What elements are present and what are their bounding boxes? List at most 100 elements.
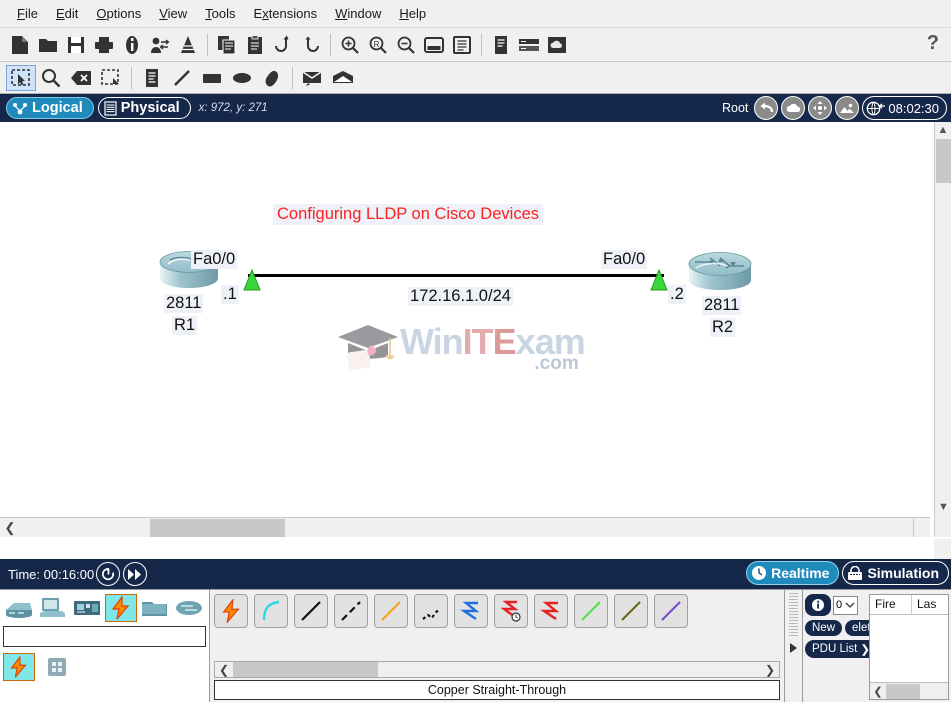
logical-canvas[interactable]: Configuring LLDP on Cisco Devices 172.16… bbox=[0, 122, 930, 537]
canvas-vertical-scrollbar[interactable]: ▲ ▼ bbox=[934, 122, 951, 537]
iot-custom-cable-icon[interactable] bbox=[654, 594, 688, 628]
all-devices-grid-icon[interactable] bbox=[41, 653, 73, 681]
pdu-column-fire[interactable]: Fire bbox=[870, 595, 912, 614]
custom-devices-dialog-icon[interactable] bbox=[448, 31, 476, 59]
draw-freeform-tool-icon[interactable] bbox=[257, 65, 287, 91]
serial-dce-icon[interactable] bbox=[494, 594, 528, 628]
set-background-image-button[interactable] bbox=[835, 96, 860, 120]
connection-panel-scrollbar[interactable]: ❮ ❯ bbox=[214, 661, 780, 678]
select-tool-icon[interactable] bbox=[6, 64, 36, 91]
new-scenario-button[interactable]: New bbox=[805, 620, 843, 636]
menu-item-options[interactable]: Options bbox=[87, 3, 150, 24]
coaxial-cable-icon[interactable] bbox=[454, 594, 488, 628]
device-search-field[interactable] bbox=[4, 627, 205, 646]
menu-item-window[interactable]: Window bbox=[326, 3, 390, 24]
simulation-clock[interactable]: 08:02:30 bbox=[862, 96, 947, 120]
zoom-in-icon[interactable] bbox=[336, 31, 364, 59]
back-navigation-button[interactable] bbox=[754, 96, 779, 120]
fast-forward-time-button[interactable] bbox=[123, 562, 148, 586]
resize-shape-tool-icon[interactable] bbox=[96, 65, 126, 91]
tab-physical[interactable]: Physical bbox=[97, 97, 191, 119]
expand-right-icon[interactable] bbox=[789, 642, 799, 654]
console-cable-icon[interactable] bbox=[254, 594, 288, 628]
menu-item-edit[interactable]: Edit bbox=[47, 3, 87, 24]
tab-logical[interactable]: Logical bbox=[6, 97, 94, 119]
hscroll-thumb[interactable] bbox=[150, 518, 285, 537]
activity-wizard-icon[interactable] bbox=[118, 31, 146, 59]
end-devices-icon[interactable] bbox=[37, 594, 69, 622]
pdu-scroll-left-icon[interactable]: ❮ bbox=[870, 685, 886, 698]
menu-item-file[interactable]: FFileile bbox=[8, 3, 47, 24]
scenario-select[interactable]: 0 bbox=[833, 595, 859, 615]
pdu-list-table[interactable]: Fire Las ❮ bbox=[869, 594, 949, 700]
scroll-down-icon[interactable]: ▼ bbox=[935, 499, 951, 515]
canvas-horizontal-scrollbar[interactable]: ❮ bbox=[0, 517, 930, 537]
move-object-button[interactable] bbox=[808, 96, 833, 120]
zoom-reset-icon[interactable]: R bbox=[364, 31, 392, 59]
delete-tool-icon[interactable] bbox=[66, 65, 96, 91]
scroll-left-icon[interactable]: ❮ bbox=[0, 520, 20, 536]
pdu-panel-expander[interactable] bbox=[785, 590, 803, 702]
connections-subcategory-icon[interactable] bbox=[3, 653, 35, 681]
menu-item-help[interactable]: Help bbox=[390, 3, 435, 24]
scroll-up-icon[interactable]: ▲ bbox=[935, 122, 951, 138]
toggle-pdu-list-button[interactable]: PDU List ❯ bbox=[805, 640, 878, 658]
device-r2[interactable]: 2811 R2 bbox=[686, 250, 754, 337]
network-info-icon[interactable] bbox=[146, 31, 174, 59]
new-file-icon[interactable] bbox=[6, 31, 34, 59]
menu-item-extensions[interactable]: Extensions bbox=[245, 3, 327, 24]
connections-icon[interactable] bbox=[105, 594, 137, 622]
save-icon[interactable] bbox=[62, 31, 90, 59]
power-cycle-devices-button[interactable] bbox=[96, 562, 121, 586]
set-tiled-background-button[interactable] bbox=[781, 96, 806, 120]
zoom-out-icon[interactable] bbox=[392, 31, 420, 59]
serial-dte-icon[interactable] bbox=[534, 594, 568, 628]
inspect-tool-icon[interactable] bbox=[36, 65, 66, 91]
network-devices-icon[interactable] bbox=[3, 594, 35, 622]
menu-item-view[interactable]: View bbox=[150, 3, 196, 24]
undo-icon[interactable] bbox=[269, 31, 297, 59]
device-search-input[interactable] bbox=[3, 626, 206, 647]
scenario-info-button[interactable] bbox=[805, 594, 831, 616]
miscellaneous-icon[interactable] bbox=[139, 594, 171, 622]
device-rack-icon[interactable] bbox=[515, 31, 543, 59]
viewport-icon[interactable] bbox=[487, 31, 515, 59]
add-simple-pdu-icon[interactable] bbox=[298, 65, 328, 91]
multiuser-connection-icon[interactable] bbox=[173, 594, 205, 622]
usb-cable-icon[interactable] bbox=[614, 594, 648, 628]
conn-scroll-right-icon[interactable]: ❯ bbox=[761, 663, 779, 677]
custom-devices-icon[interactable] bbox=[174, 31, 202, 59]
print-icon[interactable] bbox=[90, 31, 118, 59]
copper-crossover-icon[interactable] bbox=[334, 594, 368, 628]
conn-scroll-thumb[interactable] bbox=[233, 662, 378, 677]
draw-ellipse-tool-icon[interactable] bbox=[227, 65, 257, 91]
hscroll-track[interactable] bbox=[20, 518, 930, 537]
conn-scroll-left-icon[interactable]: ❮ bbox=[215, 663, 233, 677]
pdu-column-last[interactable]: Las bbox=[912, 595, 941, 614]
pdu-table-scrollbar[interactable]: ❮ bbox=[870, 682, 948, 699]
place-note-tool-icon[interactable] bbox=[137, 65, 167, 91]
menu-item-tools[interactable]: Tools bbox=[196, 3, 244, 24]
open-folder-icon[interactable] bbox=[34, 31, 62, 59]
cloud-registration-icon[interactable] bbox=[543, 31, 571, 59]
realtime-mode-button[interactable]: Realtime bbox=[746, 561, 840, 585]
draw-line-tool-icon[interactable] bbox=[167, 65, 197, 91]
link-r1-r2[interactable] bbox=[248, 274, 664, 277]
draw-rectangle-tool-icon[interactable] bbox=[197, 65, 227, 91]
redo-icon[interactable] bbox=[297, 31, 325, 59]
add-complex-pdu-icon[interactable] bbox=[328, 65, 358, 91]
phone-cable-icon[interactable] bbox=[414, 594, 448, 628]
automatic-connection-icon[interactable] bbox=[214, 594, 248, 628]
simulation-mode-button[interactable]: Simulation bbox=[842, 561, 949, 585]
paste-icon[interactable] bbox=[241, 31, 269, 59]
components-icon[interactable] bbox=[71, 594, 103, 622]
copy-icon[interactable] bbox=[213, 31, 241, 59]
vscroll-thumb[interactable] bbox=[936, 139, 951, 183]
conn-scroll-track[interactable] bbox=[233, 662, 761, 677]
copper-straight-through-icon[interactable] bbox=[294, 594, 328, 628]
help-button[interactable]: ? bbox=[927, 32, 939, 55]
pdu-scroll-thumb[interactable] bbox=[886, 683, 920, 699]
octal-cable-icon[interactable] bbox=[574, 594, 608, 628]
palette-icon[interactable] bbox=[420, 31, 448, 59]
fiber-cable-icon[interactable] bbox=[374, 594, 408, 628]
